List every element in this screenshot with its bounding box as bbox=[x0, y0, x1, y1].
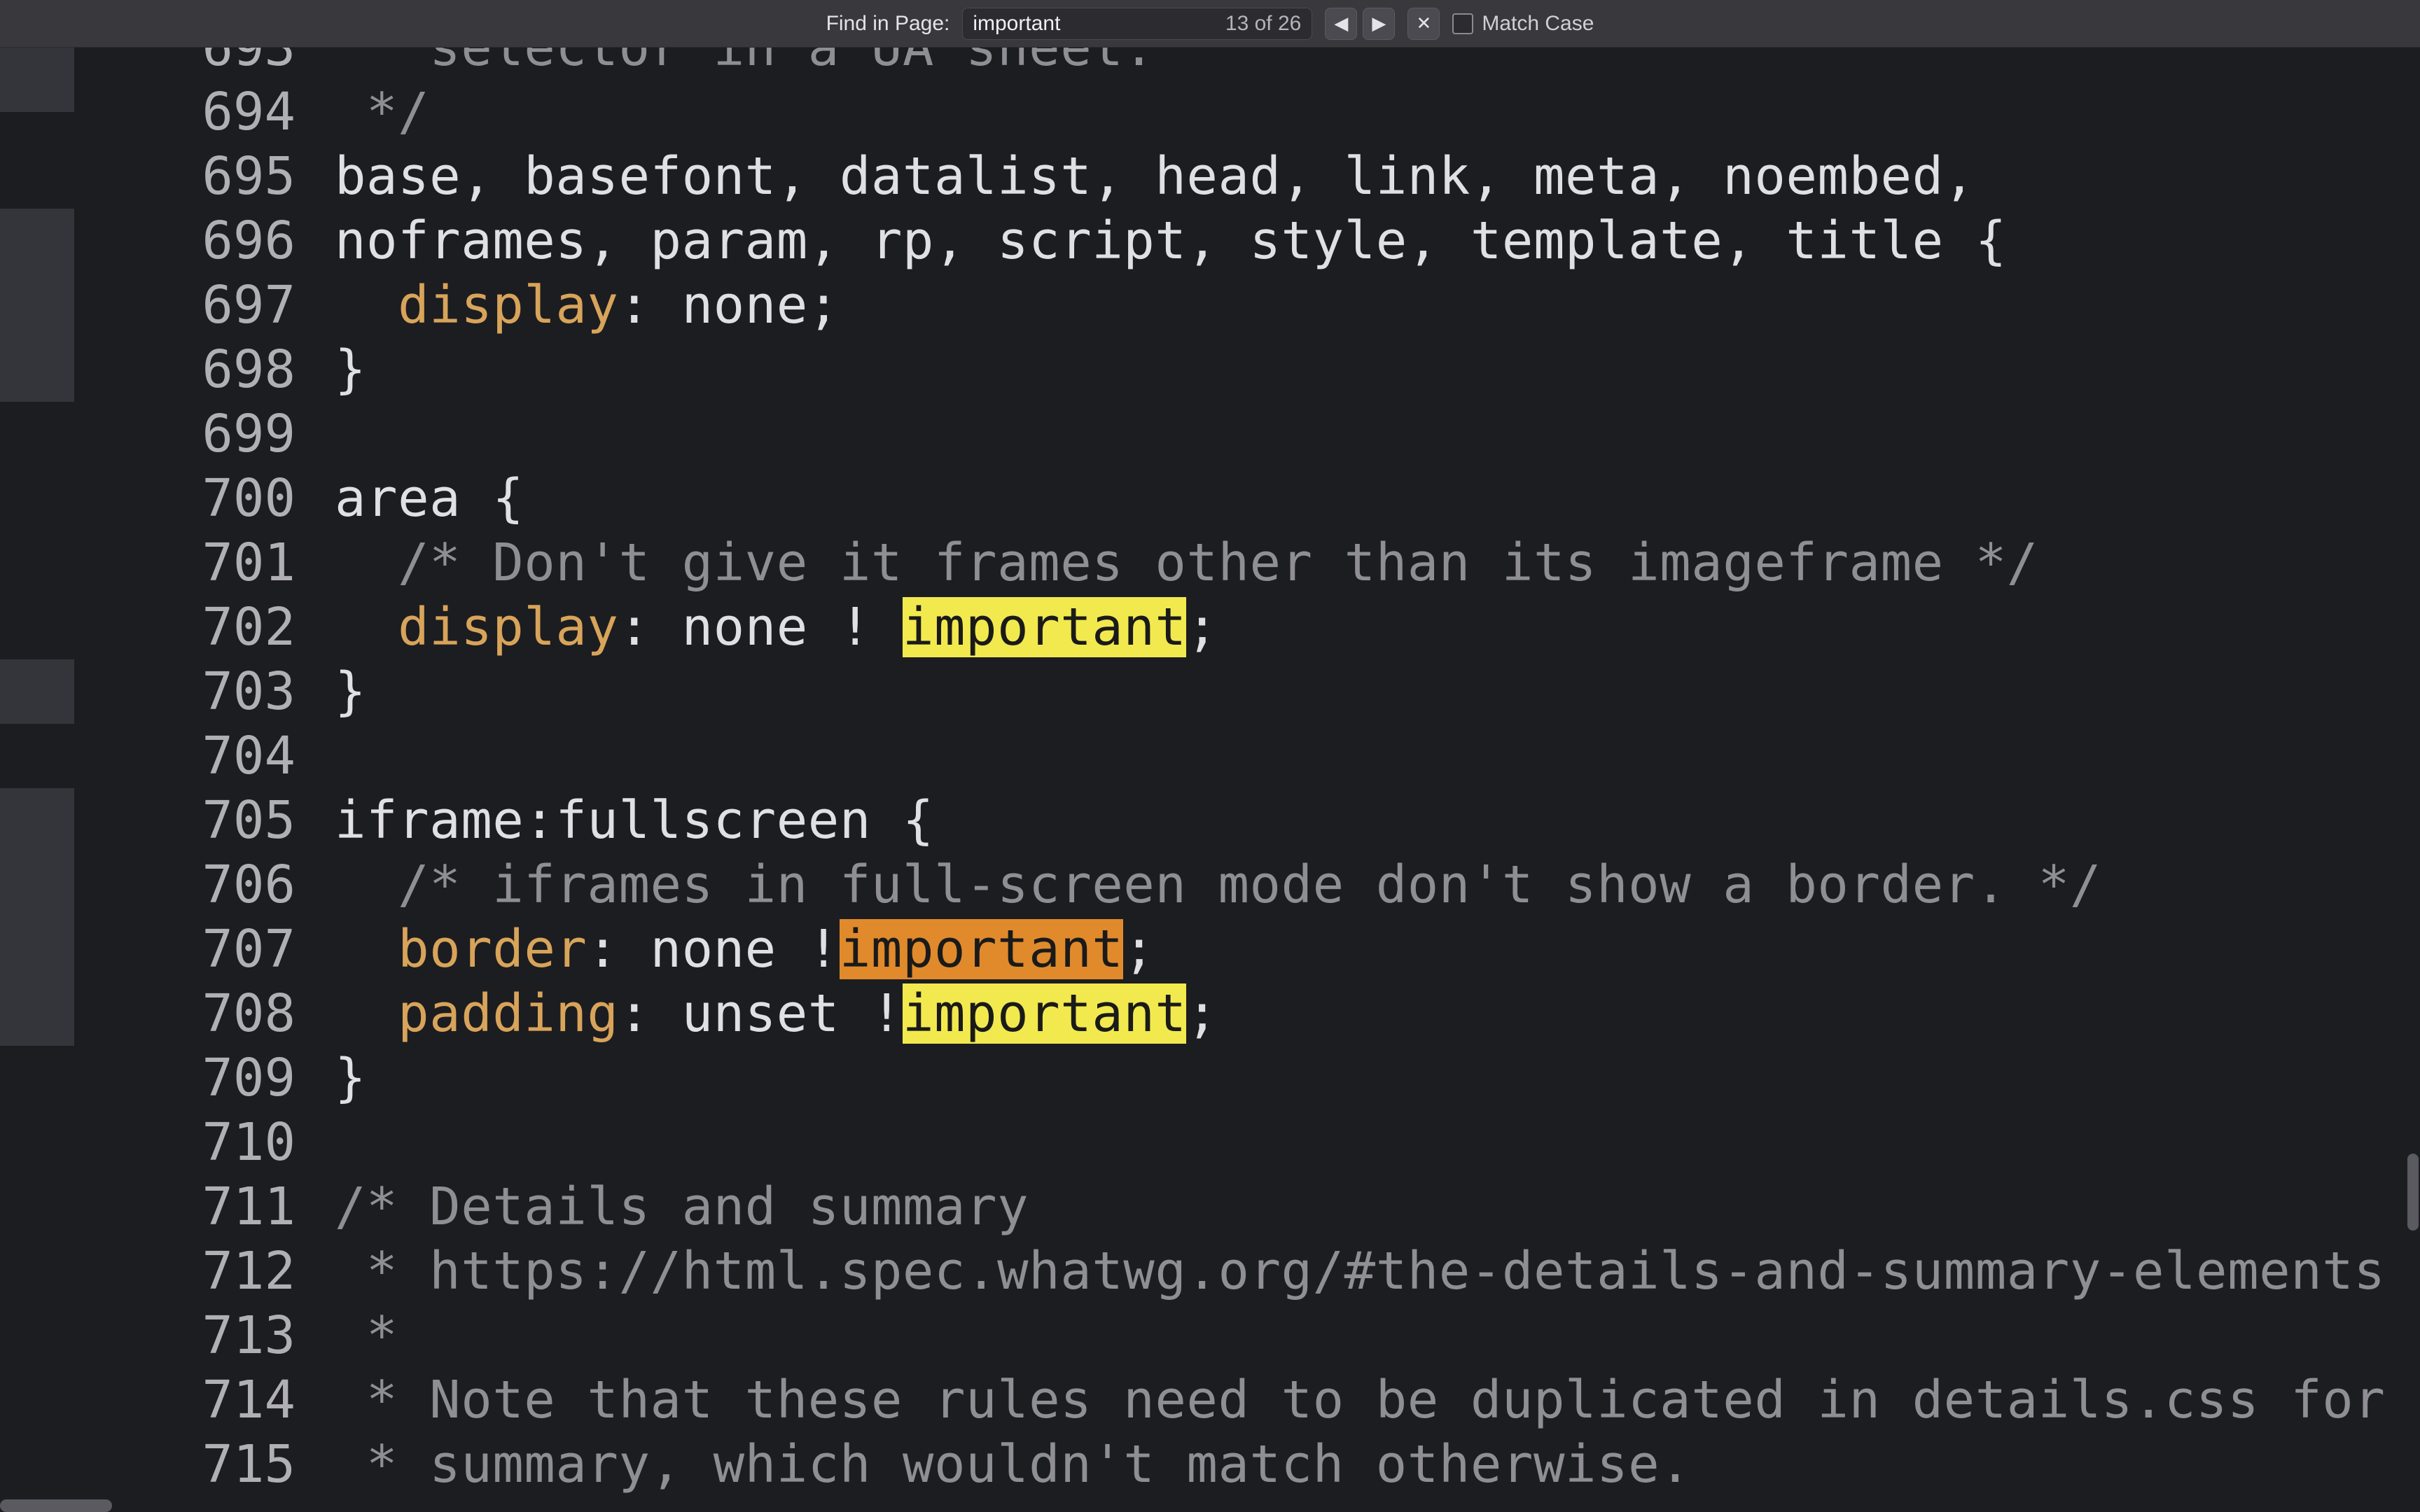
line-number[interactable]: 694 bbox=[57, 80, 317, 144]
token-punc: } bbox=[335, 340, 366, 400]
token-val: : none ! bbox=[587, 919, 839, 979]
find-close-button[interactable]: ✕ bbox=[1407, 8, 1440, 40]
find-input[interactable] bbox=[962, 8, 1312, 40]
code-line[interactable]: /* Details and summary bbox=[335, 1175, 1029, 1239]
token-sel: area { bbox=[335, 468, 524, 528]
token-sel: noframes, param, rp, script, style, temp… bbox=[335, 211, 2007, 271]
find-input-wrap: 13 of 26 bbox=[962, 8, 1312, 40]
find-nav-buttons: ◀ ▶ bbox=[1325, 8, 1395, 40]
line-number[interactable]: 713 bbox=[57, 1303, 317, 1368]
code-line[interactable]: base, basefont, datalist, head, link, me… bbox=[335, 144, 1975, 209]
line-number[interactable]: 709 bbox=[57, 1046, 317, 1110]
find-next-button[interactable]: ▶ bbox=[1363, 8, 1395, 40]
line-number[interactable]: 701 bbox=[57, 531, 317, 595]
token bbox=[335, 597, 398, 657]
token-comment: * https://html.spec.whatwg.org/#the-deta… bbox=[335, 1241, 2385, 1301]
code-line[interactable]: } bbox=[335, 1046, 366, 1110]
token bbox=[335, 983, 398, 1044]
line-number[interactable]: 715 bbox=[57, 1432, 317, 1497]
token-highlight: important bbox=[903, 597, 1186, 657]
token-val: : unset ! bbox=[618, 983, 902, 1044]
code-line[interactable]: noframes, param, rp, script, style, temp… bbox=[335, 209, 2007, 273]
token-comment: selector in a UA sheet. bbox=[335, 48, 1155, 78]
checkbox-icon bbox=[1452, 13, 1473, 34]
code-line[interactable]: */ bbox=[335, 80, 429, 144]
token-highighlightight-active: important bbox=[840, 919, 1123, 979]
token-prop: display bbox=[398, 597, 618, 657]
token-comment: */ bbox=[335, 82, 429, 142]
code-line[interactable]: } bbox=[335, 659, 366, 724]
token-comment: /* Details and summary bbox=[335, 1177, 1029, 1237]
line-number[interactable]: 706 bbox=[57, 853, 317, 917]
token-punc: } bbox=[335, 662, 366, 722]
token-comment: * bbox=[335, 1306, 398, 1366]
token-prop: display bbox=[398, 275, 618, 335]
token bbox=[335, 919, 398, 979]
token-val: ; bbox=[1186, 983, 1218, 1044]
find-in-page-bar: Find in Page: 13 of 26 ◀ ▶ ✕ Match Case bbox=[0, 0, 2420, 48]
line-number[interactable]: 695 bbox=[57, 144, 317, 209]
token-val: : none ! bbox=[618, 597, 902, 657]
line-number[interactable]: 708 bbox=[57, 981, 317, 1046]
code-line[interactable]: border: none !important; bbox=[335, 917, 1155, 981]
chevron-right-icon: ▶ bbox=[1372, 13, 1386, 34]
line-number[interactable]: 696 bbox=[57, 209, 317, 273]
code-line[interactable]: display: none; bbox=[335, 273, 840, 337]
token-val: : none; bbox=[618, 275, 839, 335]
code-line[interactable]: padding: unset !important; bbox=[335, 981, 1218, 1046]
vertical-scrollbar-thumb[interactable] bbox=[2407, 1154, 2419, 1231]
close-icon: ✕ bbox=[1416, 13, 1431, 34]
line-number[interactable]: 693 bbox=[57, 48, 317, 80]
find-label: Find in Page: bbox=[826, 12, 950, 36]
code-line[interactable]: * Note that these rules need to be dupli… bbox=[335, 1368, 2420, 1432]
line-number[interactable]: 699 bbox=[57, 402, 317, 466]
token-highlight: important bbox=[903, 983, 1186, 1044]
code-line[interactable]: * summary, which wouldn't match otherwis… bbox=[335, 1432, 1691, 1497]
code-line[interactable]: iframe:fullscreen { bbox=[335, 788, 934, 853]
match-case-label: Match Case bbox=[1482, 12, 1594, 36]
chevron-left-icon: ◀ bbox=[1334, 13, 1348, 34]
token-comment: * summary, which wouldn't match otherwis… bbox=[335, 1434, 1691, 1494]
line-number[interactable]: 710 bbox=[57, 1110, 317, 1175]
line-number[interactable]: 705 bbox=[57, 788, 317, 853]
match-case-toggle[interactable]: Match Case bbox=[1452, 12, 1594, 36]
code-line[interactable]: * https://html.spec.whatwg.org/#the-deta… bbox=[335, 1239, 2385, 1303]
find-prev-button[interactable]: ◀ bbox=[1325, 8, 1357, 40]
line-number[interactable]: 702 bbox=[57, 595, 317, 659]
line-number[interactable]: 707 bbox=[57, 917, 317, 981]
line-number[interactable]: 698 bbox=[57, 337, 317, 402]
vertical-scrollbar-track[interactable] bbox=[2403, 48, 2420, 1512]
token-val: ; bbox=[1186, 597, 1218, 657]
token-prop: border bbox=[398, 919, 587, 979]
code-line[interactable]: display: none ! important; bbox=[335, 595, 1218, 659]
gutter-minimap bbox=[0, 48, 57, 1512]
token-comment: /* Don't give it frames other than its i… bbox=[335, 533, 2038, 593]
source-viewport: 693 selector in a UA sheet. 694 */ 695 base… bbox=[0, 48, 2420, 1512]
code-line[interactable]: selector in a UA sheet. bbox=[335, 48, 1155, 80]
line-number[interactable]: 712 bbox=[57, 1239, 317, 1303]
token bbox=[335, 275, 398, 335]
line-number[interactable]: 704 bbox=[57, 724, 317, 788]
token-punc: } bbox=[335, 1048, 366, 1108]
token-sel: base, basefont, datalist, head, link, me… bbox=[335, 146, 1975, 206]
token-comment: * Note that these rules need to be dupli… bbox=[335, 1370, 2420, 1430]
line-number[interactable]: 697 bbox=[57, 273, 317, 337]
token-comment: /* iframes in full-screen mode don't sho… bbox=[335, 855, 2101, 915]
code-line[interactable]: /* iframes in full-screen mode don't sho… bbox=[335, 853, 2101, 917]
code-line[interactable]: * bbox=[335, 1303, 398, 1368]
line-number[interactable]: 711 bbox=[57, 1175, 317, 1239]
code-line[interactable]: } bbox=[335, 337, 366, 402]
horizontal-scrollbar-thumb[interactable] bbox=[0, 1499, 112, 1512]
line-number[interactable]: 714 bbox=[57, 1368, 317, 1432]
code-line[interactable]: /* Don't give it frames other than its i… bbox=[335, 531, 2038, 595]
code-line[interactable]: area { bbox=[335, 466, 524, 531]
token-prop: padding bbox=[398, 983, 618, 1044]
line-number[interactable]: 700 bbox=[57, 466, 317, 531]
token-sel: iframe:fullscreen { bbox=[335, 790, 934, 850]
token-val: ; bbox=[1123, 919, 1155, 979]
line-number[interactable]: 703 bbox=[57, 659, 317, 724]
